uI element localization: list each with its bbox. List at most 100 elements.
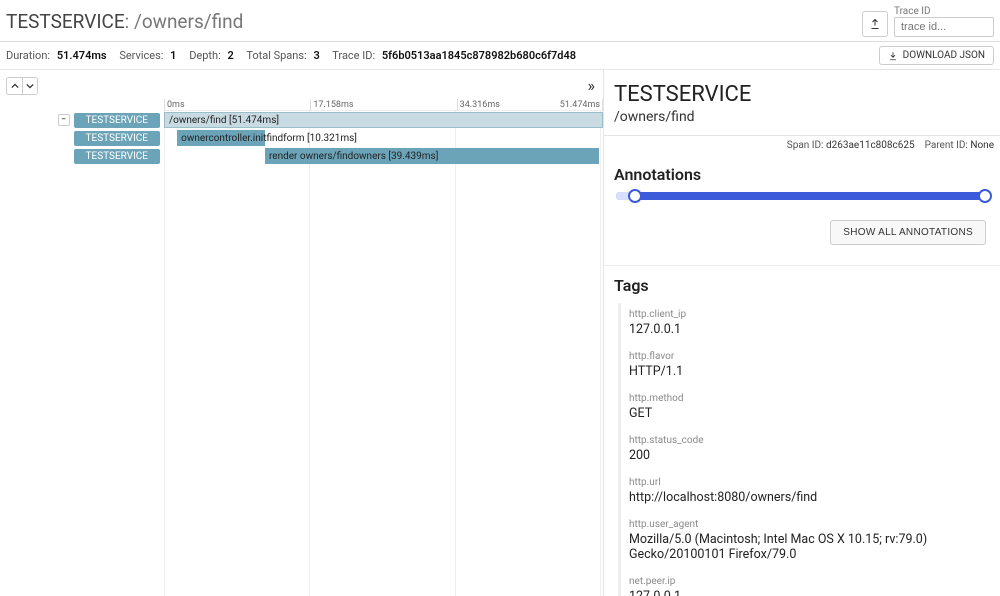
span-service-badge[interactable]: TESTSERVICE [74, 113, 160, 128]
tag-key: http.user_agent [629, 519, 982, 530]
annotations-section: Annotations SHOW ALL ANNOTATIONS [604, 155, 1000, 266]
collapse-up-button[interactable] [6, 77, 22, 95]
download-json-label: DOWNLOAD JSON [903, 50, 985, 61]
span-id-label: Span ID: [787, 140, 824, 151]
download-json-button[interactable]: DOWNLOAD JSON [879, 46, 994, 65]
meta-bar: Duration: 51.474ms Services: 1 Depth: 2 … [0, 42, 1000, 70]
span-bar-label: ownercontroller.initfindform [10.321ms] [181, 133, 357, 144]
tag-value: 127.0.0.1 [629, 322, 982, 337]
span-bar[interactable]: /owners/find [51.474ms] [164, 112, 603, 128]
span-ids-row: Span ID: d263ae11c808c625 Parent ID: Non… [604, 136, 1000, 155]
tag-value: GET [629, 406, 982, 421]
span-bar-col: ownercontroller.initfindform [10.321ms] [164, 129, 603, 147]
span-service-badge[interactable]: TESTSERVICE [74, 131, 160, 146]
span-label-col: TESTSERVICE [0, 147, 164, 165]
tag-value: http://localhost:8080/owners/find [629, 490, 982, 505]
depth-value: 2 [228, 49, 234, 62]
timeline-tick: 0ms [164, 99, 185, 111]
span-toggle[interactable]: − [58, 114, 70, 126]
traceid-value: 5f6b0513aa1845c878982b680c6f7d48 [382, 49, 576, 62]
span-rows: −TESTSERVICE/owners/find [51.474ms]TESTS… [0, 111, 603, 165]
chevron-up-icon [11, 82, 19, 90]
page-title: TESTSERVICE: /owners/find [6, 10, 243, 33]
tag-item: http.url http://localhost:8080/owners/fin… [621, 471, 990, 513]
duration-value: 51.474ms [57, 49, 107, 62]
tags-list: http.client_ip 127.0.0.1 http.flavorHTTP/1… [618, 303, 990, 596]
annotations-slider[interactable] [616, 192, 988, 200]
expand-detail-button[interactable]: » [588, 76, 598, 95]
slider-start-handle[interactable] [628, 189, 642, 203]
timeline: 0ms17.158ms34.316ms51.474ms −TESTSERVICE… [0, 99, 603, 596]
chevron-down-icon [26, 82, 34, 90]
tag-key: http.status_code [629, 435, 982, 446]
services-value: 1 [170, 49, 176, 62]
title-operation: /owners/find [134, 10, 243, 33]
tag-item: http.method GET [621, 387, 990, 429]
show-all-annotations-button[interactable]: SHOW ALL ANNOTATIONS [830, 220, 986, 245]
tag-key: http.client_ip [629, 309, 982, 320]
upload-button[interactable] [862, 11, 888, 37]
detail-header: TESTSERVICE /owners/find [604, 70, 1000, 136]
span-bar[interactable]: render owners/findowners [39.439ms] [265, 148, 599, 164]
detail-operation: /owners/find [614, 109, 990, 125]
span-id-value: d263ae11c808c625 [826, 140, 915, 151]
timeline-tick: 51.474ms [560, 99, 603, 111]
span-service-badge[interactable]: TESTSERVICE [74, 149, 160, 164]
span-bar-col: render owners/findowners [39.439ms] [164, 147, 603, 165]
parent-id-label: Parent ID: [925, 140, 968, 151]
services-label: Services: [119, 49, 163, 62]
spans-label: Total Spans: [246, 49, 306, 62]
tag-value: Mozilla/5.0 (Macintosh; Intel Mac OS X 1… [629, 532, 982, 562]
upload-icon [869, 18, 881, 30]
header-actions: Trace ID [862, 6, 994, 37]
timeline-controls: » [0, 70, 603, 99]
span-bar-label: render owners/findowners [39.439ms] [269, 151, 438, 162]
annotations-title: Annotations [614, 165, 990, 184]
title-service: TESTSERVICE [6, 10, 125, 33]
detail-service-name: TESTSERVICE [614, 82, 990, 107]
download-icon [888, 51, 898, 61]
tag-item: http.flavorHTTP/1.1 [621, 345, 990, 387]
collapse-group [6, 77, 38, 95]
duration-label: Duration: [6, 49, 50, 62]
main-split: » 0ms17.158ms34.316ms51.474ms −TESTSERVI… [0, 70, 1000, 596]
detail-pane: TESTSERVICE /owners/find Span ID: d263ae… [604, 70, 1000, 596]
span-label-col: TESTSERVICE [0, 129, 164, 147]
grid-line [455, 111, 456, 596]
traceid-label: Trace ID: [332, 49, 375, 62]
tag-value: HTTP/1.1 [629, 364, 982, 379]
span-row: TESTSERVICE ownercontroller.initfindform … [0, 129, 603, 147]
tag-item: http.client_ip 127.0.0.1 [621, 303, 990, 345]
span-row: TESTSERVICE render owners/findowners [39.… [0, 147, 603, 165]
page-header: TESTSERVICE: /owners/find Trace ID [0, 0, 1000, 42]
slider-end-handle[interactable] [978, 189, 992, 203]
tag-key: net.peer.ip [629, 576, 982, 587]
tag-value: 127.0.0.1 [629, 589, 982, 596]
tag-value: 200 [629, 448, 982, 463]
tags-title: Tags [614, 276, 990, 295]
timeline-ruler: 0ms 17.158ms 34.316ms 51.474ms [164, 99, 603, 111]
span-label-col: −TESTSERVICE [0, 111, 164, 129]
meta-left: Duration: 51.474ms Services: 1 Depth: 2 … [6, 49, 586, 62]
grid-line [164, 111, 165, 596]
collapse-down-button[interactable] [22, 77, 38, 95]
trace-search: Trace ID [894, 6, 994, 37]
tag-item: http.user_agent Mozilla/5.0 (Macintosh; I… [621, 513, 990, 570]
grid-line [309, 111, 310, 596]
timeline-tick: 17.158ms [310, 99, 353, 111]
grid-line [600, 111, 601, 596]
span-bar[interactable]: ownercontroller.initfindform [10.321ms] [177, 130, 265, 146]
tag-key: http.method [629, 393, 982, 404]
tag-key: http.url [629, 477, 982, 488]
spans-value: 3 [313, 49, 319, 62]
tag-item: http.status_code 200 [621, 429, 990, 471]
tags-section: Tags http.client_ip 127.0.0.1 http.flavorH… [604, 266, 1000, 596]
span-row: −TESTSERVICE/owners/find [51.474ms] [0, 111, 603, 129]
span-bar-col: /owners/find [51.474ms] [164, 111, 603, 129]
span-bar-label: /owners/find [51.474ms] [169, 115, 279, 126]
timeline-tick: 34.316ms [457, 99, 500, 111]
trace-search-label: Trace ID [894, 6, 994, 17]
trace-search-input[interactable] [894, 17, 994, 37]
timeline-pane: » 0ms17.158ms34.316ms51.474ms −TESTSERVI… [0, 70, 604, 596]
depth-label: Depth: [189, 49, 221, 62]
